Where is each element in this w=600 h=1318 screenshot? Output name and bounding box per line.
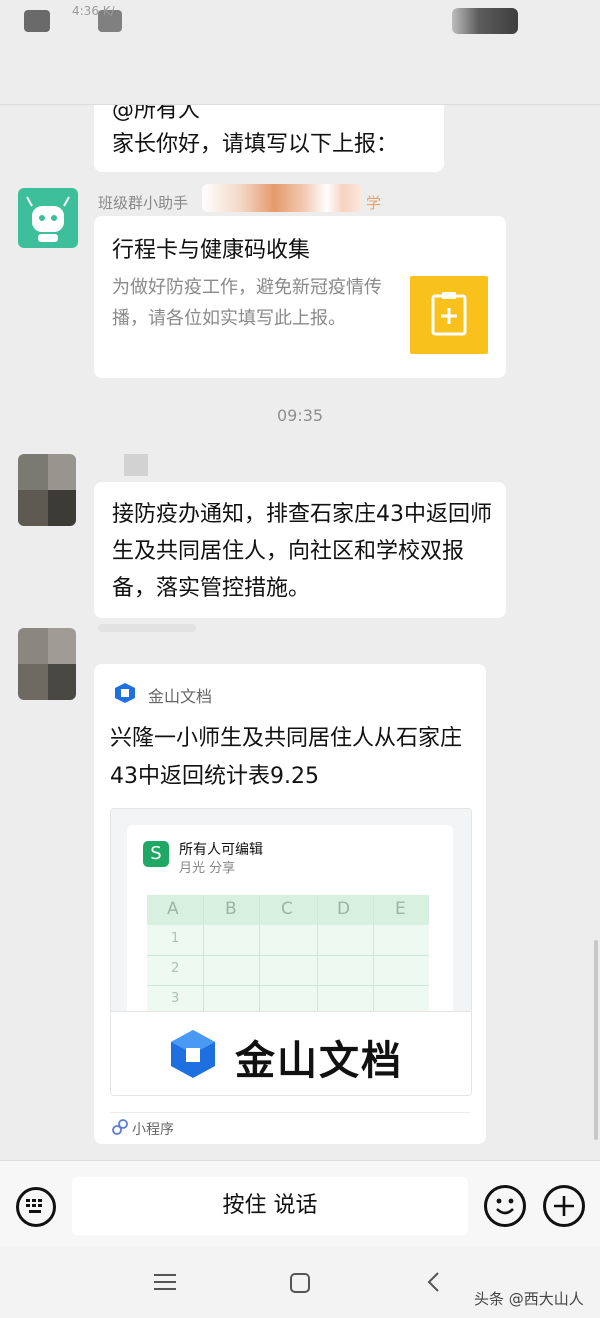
row-number: 2 bbox=[171, 961, 180, 976]
column-header: C bbox=[281, 899, 293, 919]
mini-program-label: 小程序 bbox=[132, 1122, 174, 1138]
column-header: D bbox=[337, 899, 351, 919]
kdocs-logo-icon bbox=[169, 1028, 217, 1080]
smiley-icon bbox=[496, 1198, 514, 1215]
header-mask bbox=[0, 42, 600, 105]
sender-name-blur bbox=[98, 624, 196, 632]
sender-avatar[interactable] bbox=[18, 454, 76, 526]
card-title: 行程卡与健康码收集 bbox=[112, 238, 311, 263]
system-nav-bar: 头条 @西大山人 bbox=[0, 1246, 600, 1318]
form-card[interactable]: 行程卡与健康码收集 为做好防疫工作，避免新冠疫情传播，请各位如实填写此上报。 bbox=[94, 216, 506, 378]
form-icon bbox=[410, 276, 488, 354]
robot-icon bbox=[26, 196, 70, 242]
mini-program-icon bbox=[112, 1118, 128, 1136]
preview-sub: 月光 分享 bbox=[179, 861, 236, 876]
timestamp: 09:35 bbox=[276, 406, 324, 425]
sheet-preview: S 所有人可编辑 月光 分享 A B C D E 1 2 3 bbox=[127, 825, 453, 1015]
row-number: 3 bbox=[171, 991, 180, 1006]
emoji-button[interactable] bbox=[484, 1185, 526, 1227]
divider bbox=[110, 1112, 470, 1113]
brand-name: 金山文档 bbox=[235, 1038, 403, 1084]
column-header: A bbox=[167, 899, 179, 919]
row-number: 1 bbox=[171, 931, 180, 946]
clipboard-plus-icon bbox=[431, 292, 467, 336]
doc-title: 兴隆一小师生及共同居住人从石家庄43中返回统计表9.25 bbox=[110, 726, 463, 789]
sender-name-blur bbox=[202, 184, 362, 212]
sender-avatar[interactable] bbox=[18, 628, 76, 700]
status-time: 4:36 K/ bbox=[72, 4, 115, 18]
status-bar: 4:36 K/ bbox=[0, 0, 600, 42]
plus-button[interactable] bbox=[543, 1185, 585, 1227]
sheet-icon: S bbox=[143, 841, 169, 867]
card-description: 为做好防疫工作，避免新冠疫情传播，请各位如实填写此上报。 bbox=[112, 277, 382, 329]
message-text: 家长你好，请填写以下上报： bbox=[112, 132, 399, 157]
sender-name: 班级群小助手 bbox=[98, 194, 189, 212]
column-header: E bbox=[395, 899, 406, 919]
sender-suffix: 学 bbox=[366, 194, 382, 212]
doc-preview[interactable]: S 所有人可编辑 月光 分享 A B C D E 1 2 3 金山文档 bbox=[110, 808, 472, 1096]
chevron-left-icon bbox=[427, 1272, 439, 1292]
preview-label: 所有人可编辑 bbox=[179, 842, 263, 858]
kdocs-logo-icon bbox=[114, 682, 136, 704]
home-nav-button[interactable] bbox=[288, 1271, 312, 1295]
battery-icon bbox=[452, 8, 518, 34]
menu-icon bbox=[154, 1274, 176, 1290]
assistant-avatar[interactable] bbox=[18, 188, 78, 248]
hold-to-talk-button[interactable]: 按住 说话 bbox=[72, 1177, 468, 1235]
message-text: 接防疫办通知，排查石家庄43中返回师生及共同居住人，向社区和学校双报备，落实管控… bbox=[112, 502, 492, 601]
input-bar: 按住 说话 bbox=[0, 1160, 600, 1247]
back-nav-button[interactable] bbox=[424, 1270, 444, 1294]
mini-program-card[interactable]: 金山文档 兴隆一小师生及共同居住人从石家庄43中返回统计表9.25 S 所有人可… bbox=[94, 664, 486, 1144]
menu-nav-button[interactable] bbox=[152, 1270, 178, 1294]
app-name: 金山文档 bbox=[148, 687, 213, 706]
message-bubble[interactable]: 接防疫办通知，排查石家庄43中返回师生及共同居住人，向社区和学校双报备，落实管控… bbox=[94, 482, 506, 618]
scrollbar[interactable] bbox=[594, 940, 598, 1140]
plus-icon bbox=[554, 1196, 574, 1216]
brand-banner: 金山文档 bbox=[111, 1011, 471, 1095]
sender-name-blur bbox=[124, 454, 148, 476]
home-square-icon bbox=[290, 1273, 310, 1293]
column-header: B bbox=[225, 899, 237, 919]
keyboard-icon bbox=[26, 1199, 42, 1213]
status-blur-block bbox=[24, 10, 50, 32]
watermark: 头条 @西大山人 bbox=[474, 1290, 584, 1308]
sheet-grid: A B C D E 1 2 3 bbox=[147, 895, 429, 1015]
keyboard-button[interactable] bbox=[16, 1187, 56, 1227]
